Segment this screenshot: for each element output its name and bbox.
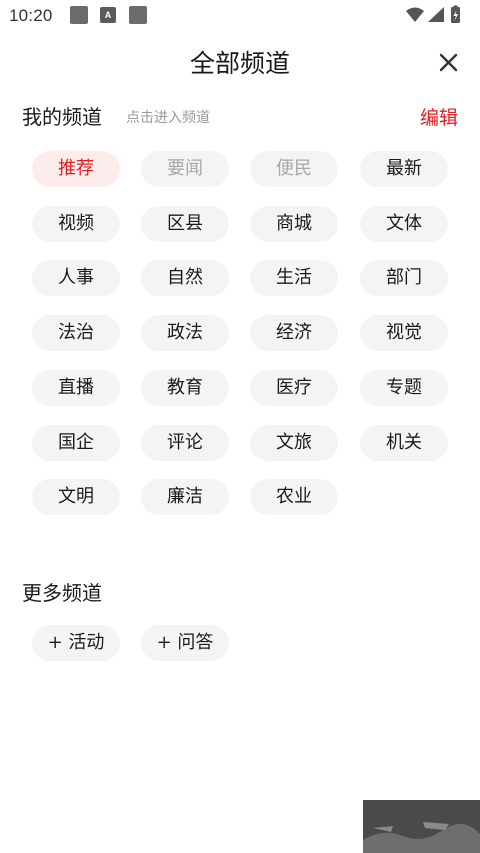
channel-chip[interactable]: 视觉 [360, 315, 448, 352]
channel-chip[interactable]: 要闻 [141, 151, 229, 187]
channel-chip[interactable]: 推荐 [32, 151, 120, 187]
channel-chip[interactable]: 人事 [32, 260, 120, 297]
channel-chip[interactable]: 商城 [250, 205, 338, 242]
channel-chip[interactable]: 最新 [360, 151, 448, 187]
channel-chip[interactable]: 法治 [32, 315, 120, 352]
channel-chip[interactable]: 教育 [141, 369, 229, 406]
page-title: 全部频道 [189, 49, 290, 78]
system-status-icons [406, 5, 460, 23]
add-channel-chip[interactable]: + 问答 [141, 625, 229, 661]
channel-chip[interactable]: 便民 [250, 151, 338, 187]
floating-video-thumbnail[interactable] [363, 800, 480, 853]
signal-icon [428, 7, 444, 22]
more-channels-title: 更多频道 [22, 581, 102, 605]
channel-chip[interactable]: 农业 [250, 479, 338, 516]
my-channels-title: 我的频道 [22, 105, 102, 129]
channel-chip[interactable]: 文旅 [250, 424, 338, 461]
status-bar: 10:20 A [0, 0, 480, 32]
channel-chip[interactable]: 机关 [360, 424, 448, 461]
my-channels-hint: 点击进入频道 [126, 110, 210, 126]
edit-button[interactable]: 编辑 [420, 103, 458, 130]
channel-chip[interactable]: 医疗 [250, 369, 338, 406]
channel-chip[interactable]: 区县 [141, 205, 229, 242]
channel-chip[interactable]: 部门 [360, 260, 448, 297]
channel-chip[interactable]: 国企 [32, 424, 120, 461]
channel-chip[interactable]: 政法 [141, 315, 229, 352]
channel-chip[interactable]: 专题 [360, 369, 448, 406]
channel-chip[interactable]: 廉洁 [141, 479, 229, 516]
channel-chip[interactable]: 经济 [250, 315, 338, 352]
channel-chip[interactable]: 文明 [32, 479, 120, 516]
channel-chip[interactable]: 自然 [141, 260, 229, 297]
close-button[interactable] [434, 48, 464, 78]
channel-chip[interactable]: 文体 [360, 205, 448, 242]
close-icon [439, 53, 458, 72]
thumbnail-image [363, 800, 480, 853]
status-time: 10:20 [9, 6, 53, 25]
wifi-icon [406, 7, 424, 22]
notification-icon [129, 6, 147, 24]
channel-chip[interactable]: 视频 [32, 205, 120, 242]
notification-a-icon: A [100, 7, 116, 23]
channel-chip[interactable]: 评论 [141, 424, 229, 461]
channel-chip[interactable]: 直播 [32, 369, 120, 406]
channel-chip[interactable]: 生活 [250, 260, 338, 297]
notification-icon [70, 6, 88, 24]
add-channel-chip[interactable]: + 活动 [32, 625, 120, 661]
